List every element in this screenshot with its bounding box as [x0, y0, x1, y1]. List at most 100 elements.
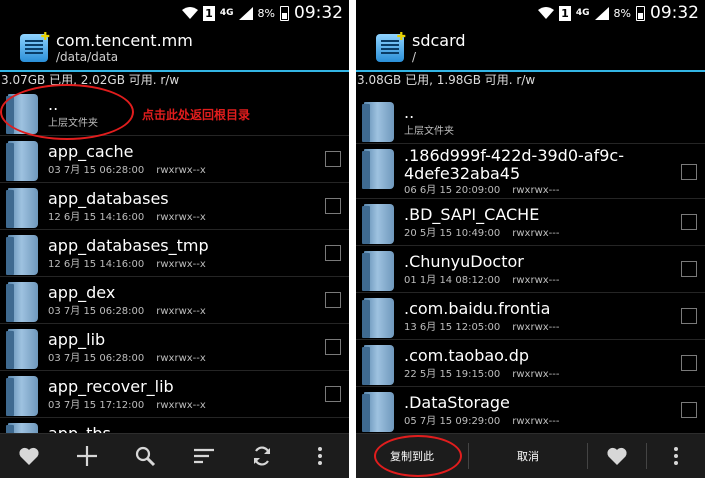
folder-icon [6, 282, 38, 322]
app-header: com.tencent.mm /data/data [0, 26, 349, 72]
select-checkbox[interactable] [681, 355, 697, 371]
file-name: .BD_SAPI_CACHE [404, 205, 540, 224]
list-item[interactable]: .com.baidu.frontia 13 6月 15 12:05:00 rwxr… [356, 293, 705, 340]
file-perms: rwxrwx--x [156, 212, 206, 223]
clock: 09:32 [294, 3, 343, 23]
favorites-button[interactable] [588, 439, 646, 473]
file-perms: rwxrwx--x [156, 259, 206, 270]
signal-icon [238, 6, 253, 20]
file-date: 01 1月 14 08:12:00 [404, 275, 501, 286]
file-manager-icon [376, 30, 406, 62]
annotation-circle [0, 84, 134, 140]
list-item[interactable]: app_dex 03 7月 15 06:28:00 rwxrwx--x [0, 277, 349, 324]
select-checkbox[interactable] [681, 402, 697, 418]
annotation-text: 点击此处返回根目录 [142, 108, 251, 122]
file-perms: rwxrwx--- [512, 416, 560, 427]
file-date: 03 7月 15 06:28:00 [48, 353, 145, 364]
select-checkbox[interactable] [325, 245, 341, 261]
list-item[interactable]: app_databases 12 6月 15 14:16:00 rwxrwx--x [0, 183, 349, 230]
more-icon [317, 447, 322, 465]
file-list: .. 上层文件夹 app_cache 03 7月 15 06:28:00 rwxr… [0, 89, 349, 465]
list-item[interactable]: .ChunyuDoctor 01 1月 14 08:12:00 rwxrwx--- [356, 246, 705, 293]
select-checkbox[interactable] [325, 198, 341, 214]
app-header: sdcard / [356, 26, 705, 72]
file-date: 22 5月 15 19:15:00 [404, 369, 501, 380]
list-item[interactable]: .DataStorage 05 7月 15 09:29:00 rwxrwx--- [356, 387, 705, 434]
add-button[interactable] [70, 439, 104, 473]
file-perms: rwxrwx--- [512, 185, 560, 196]
file-perms: rwxrwx--- [512, 275, 560, 286]
more-icon [674, 447, 678, 465]
file-perms: rwxrwx--- [512, 228, 560, 239]
list-item[interactable]: .186d999f-422d-39d0-af9c-4defe32aba45 06… [356, 144, 705, 199]
file-manager-icon [20, 30, 50, 62]
list-item[interactable]: app_databases_tmp 12 6月 15 14:16:00 rwxrw… [0, 230, 349, 277]
file-date: 13 6月 15 12:05:00 [404, 322, 501, 333]
file-name: .com.baidu.frontia [404, 299, 551, 318]
folder-icon [362, 392, 394, 432]
left-screen: 1 4G 8% 09:32 com.tencent.mm /data/data … [0, 0, 349, 478]
cancel-button[interactable]: 取消 [469, 434, 587, 478]
file-perms: rwxrwx--x [156, 165, 206, 176]
select-checkbox[interactable] [681, 164, 697, 180]
file-perms: rwxrwx--x [156, 400, 206, 411]
sim-icon: 1 [202, 5, 215, 21]
select-checkbox[interactable] [681, 308, 697, 324]
folder-title: com.tencent.mm [56, 31, 193, 50]
select-checkbox[interactable] [325, 386, 341, 402]
clock: 09:32 [650, 3, 699, 23]
file-perms: rwxrwx--- [512, 322, 560, 333]
battery-percent: 8% [257, 6, 275, 20]
overflow-menu-button[interactable] [303, 439, 337, 473]
file-name: .DataStorage [404, 393, 510, 412]
file-name: .. [404, 103, 415, 122]
list-item[interactable]: app_recover_lib 03 7月 15 17:12:00 rwxrwx-… [0, 371, 349, 418]
wifi-icon [537, 7, 554, 19]
wifi-icon [181, 7, 198, 19]
folder-path: /data/data [56, 50, 119, 64]
file-date: 05 7月 15 09:29:00 [404, 416, 501, 427]
folder-icon [6, 235, 38, 275]
parent-folder-row[interactable]: .. 上层文件夹 [356, 97, 705, 144]
select-checkbox[interactable] [325, 151, 341, 167]
folder-icon [362, 298, 394, 338]
select-checkbox[interactable] [325, 339, 341, 355]
battery-icon [280, 5, 289, 21]
plus-icon [77, 446, 98, 466]
list-item[interactable]: .BD_SAPI_CACHE 20 5月 15 10:49:00 rwxrwx--… [356, 199, 705, 246]
favorites-button[interactable] [12, 439, 46, 473]
file-date: 06 6月 15 20:09:00 [404, 185, 501, 196]
list-item[interactable]: .com.taobao.dp 22 5月 15 19:15:00 rwxrwx--… [356, 340, 705, 387]
overflow-menu-button[interactable] [647, 439, 705, 473]
folder-icon [6, 188, 38, 228]
bottom-toolbar [0, 433, 349, 478]
sort-button[interactable] [187, 439, 221, 473]
file-name: app_databases_tmp [48, 236, 209, 255]
file-perms: rwxrwx--x [156, 306, 206, 317]
select-checkbox[interactable] [325, 292, 341, 308]
search-icon [136, 446, 156, 467]
folder-icon [6, 376, 38, 416]
file-date: 03 7月 15 17:12:00 [48, 400, 145, 411]
list-item[interactable]: app_cache 03 7月 15 06:28:00 rwxrwx--x [0, 136, 349, 183]
storage-info: 3.08GB 已用, 1.98GB 可用. r/w [357, 73, 536, 87]
folder-icon [362, 102, 394, 142]
file-name: app_lib [48, 330, 106, 349]
file-perms: rwxrwx--x [156, 353, 206, 364]
refresh-icon [253, 446, 270, 466]
annotation-circle [374, 435, 462, 477]
folder-icon [362, 345, 394, 385]
select-checkbox[interactable] [681, 214, 697, 230]
file-name: .com.taobao.dp [404, 346, 530, 365]
signal-icon [594, 6, 609, 20]
heart-icon [607, 447, 627, 465]
list-item[interactable]: app_lib 03 7月 15 06:28:00 rwxrwx--x [0, 324, 349, 371]
file-date: 20 5月 15 10:49:00 [404, 228, 501, 239]
select-checkbox[interactable] [681, 261, 697, 277]
file-date: 03 7月 15 06:28:00 [48, 306, 145, 317]
folder-icon [362, 204, 394, 244]
file-perms: rwxrwx--- [512, 369, 560, 380]
file-list: .. 上层文件夹 .186d999f-422d-39d0-af9c-4defe3… [356, 97, 705, 434]
refresh-button[interactable] [245, 439, 279, 473]
search-button[interactable] [128, 439, 162, 473]
